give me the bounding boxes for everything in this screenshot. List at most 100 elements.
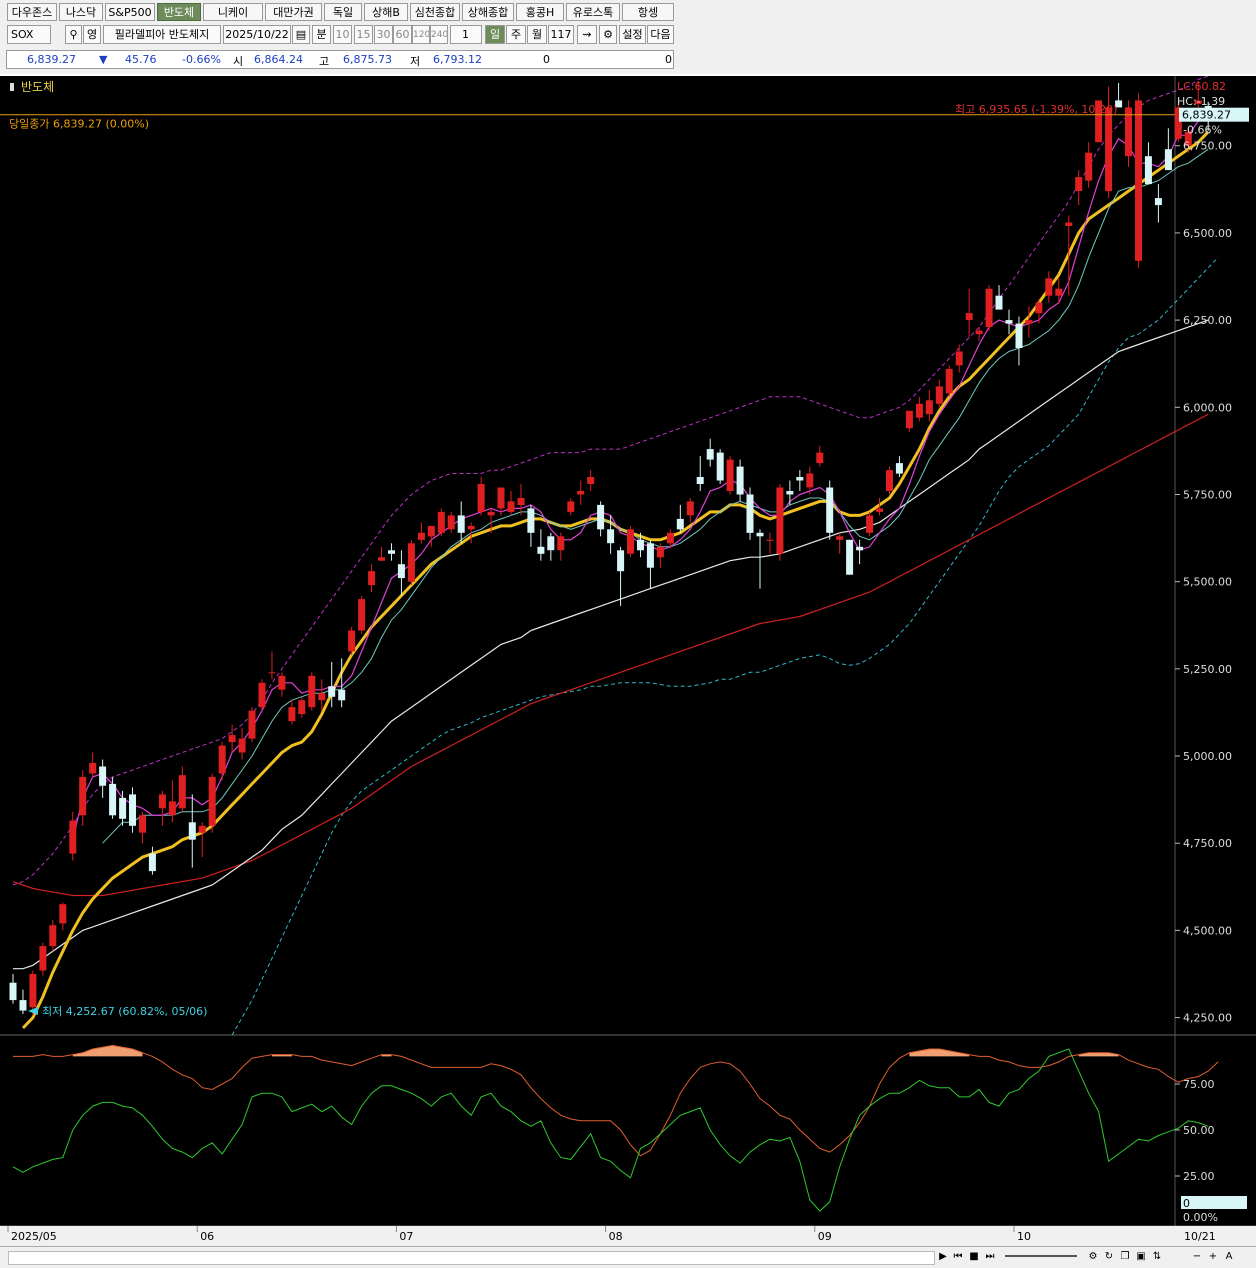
- candle-body: [796, 477, 804, 481]
- window-icon[interactable]: ▣: [1134, 1250, 1148, 1264]
- zoom-out-icon[interactable]: −: [1190, 1250, 1204, 1264]
- candle-body: [278, 675, 286, 690]
- tab-hangseng[interactable]: 항셍: [622, 3, 674, 21]
- osc-zero-value: 0: [1183, 1197, 1190, 1210]
- candle-body: [208, 776, 216, 826]
- candle-body: [856, 546, 864, 551]
- tab-semiconductor[interactable]: 반도체: [157, 3, 201, 21]
- chart-scrollbar[interactable]: ▶ ⏮ ■ ⏭ ⚙ ↻ ❐ ▣ ⇅ − + A: [0, 1246, 1256, 1268]
- candle-body: [1025, 320, 1033, 324]
- candle-body: [826, 487, 834, 533]
- search-icon[interactable]: ⚲: [65, 25, 82, 44]
- candle-body: [188, 822, 196, 840]
- gear-icon[interactable]: ⚙: [599, 25, 617, 44]
- settings-icon[interactable]: ⚙: [1086, 1250, 1100, 1264]
- period-30-button[interactable]: 30: [374, 25, 393, 44]
- tab-shenzhen[interactable]: 심천종합: [410, 3, 460, 21]
- interval-stepper[interactable]: 1: [450, 25, 482, 44]
- period-15-button[interactable]: 15: [354, 25, 373, 44]
- yeong-button[interactable]: 영: [83, 25, 101, 44]
- scroll-right-icon[interactable]: ▶: [937, 1250, 949, 1264]
- tab-nasdaq[interactable]: 나스닥: [59, 3, 103, 21]
- symbol-input[interactable]: SOX: [7, 25, 51, 44]
- candle-body: [975, 330, 983, 335]
- candle-body: [318, 693, 326, 701]
- osc-y-tick-label: 75.00: [1183, 1078, 1215, 1091]
- next-button[interactable]: 다음: [647, 25, 674, 44]
- x-tick-label: 2025/05: [11, 1230, 57, 1243]
- pin-icon[interactable]: ⇅: [1150, 1250, 1164, 1264]
- candle-body: [706, 449, 714, 460]
- font-size-icon[interactable]: A: [1222, 1250, 1236, 1264]
- low-annotation: 최저 4,252.67 (60.82%, 05/06): [42, 1005, 207, 1018]
- candle-body: [726, 459, 734, 491]
- y-tick-label: 6,250.00: [1183, 314, 1232, 327]
- quote-box: 6,839.27 ▼ 45.76 -0.66% 시 6,864.24 고 6,8…: [6, 50, 674, 69]
- period-120-button[interactable]: 120: [412, 25, 430, 44]
- candle-body: [866, 515, 874, 533]
- tab-nikkei[interactable]: 니케이: [203, 3, 263, 21]
- date-input[interactable]: 2025/10/22: [223, 25, 291, 44]
- tab-germany[interactable]: 독일: [324, 3, 362, 21]
- candle-body: [1154, 198, 1162, 206]
- candle-body: [776, 487, 784, 554]
- stop-icon[interactable]: ■: [968, 1250, 980, 1264]
- candle-body: [746, 494, 754, 533]
- month-button[interactable]: 월: [527, 25, 547, 44]
- y-tick-label: 5,750.00: [1183, 489, 1232, 502]
- candle-body: [397, 564, 405, 579]
- day-button[interactable]: 일: [485, 25, 505, 44]
- y-tick-label: 5,000.00: [1183, 750, 1232, 763]
- period-10-button[interactable]: 10: [333, 25, 352, 44]
- tab-dow-jones[interactable]: 다우존스: [7, 3, 57, 21]
- candle-body: [517, 498, 525, 505]
- tab-shanghai-composite[interactable]: 상해종합: [462, 3, 514, 21]
- refresh-icon[interactable]: ↻: [1102, 1250, 1116, 1264]
- quote-bar: 6,839.27 ▼ 45.76 -0.66% 시 6,864.24 고 6,8…: [0, 46, 1256, 74]
- tab-eurostoxx[interactable]: 유로스톡: [566, 3, 620, 21]
- settings-button[interactable]: 설정: [619, 25, 646, 44]
- candle-body: [886, 470, 893, 491]
- count-input[interactable]: 117: [548, 25, 574, 44]
- candle-body: [168, 801, 176, 816]
- candle-body: [109, 783, 117, 816]
- candle-body: [915, 403, 923, 418]
- candle-body: [567, 501, 575, 512]
- skip-start-icon[interactable]: ⏮: [952, 1250, 964, 1264]
- candle-body: [646, 543, 654, 568]
- quote-low: 6,793.12: [433, 53, 482, 66]
- candle-body: [547, 536, 555, 551]
- tab-shanghai-b[interactable]: 상해B: [364, 3, 408, 21]
- candle-body: [198, 825, 206, 833]
- candle-body: [1105, 107, 1113, 192]
- skip-end-icon[interactable]: ⏭: [984, 1250, 996, 1264]
- candle-body: [637, 539, 644, 551]
- scroll-track[interactable]: [8, 1251, 935, 1265]
- minute-button[interactable]: 분: [312, 25, 331, 44]
- quote-open: 6,864.24: [254, 53, 303, 66]
- crosshair-icon[interactable]: ⇝: [577, 25, 597, 44]
- candle-body: [696, 477, 704, 484]
- tab-taiwan[interactable]: 대만가권: [265, 3, 322, 21]
- zoom-slider[interactable]: [1005, 1255, 1077, 1257]
- candle-body: [1015, 323, 1023, 348]
- tab-hongkong-h[interactable]: 홍콩H: [516, 3, 564, 21]
- period-240-button[interactable]: 240: [430, 25, 448, 44]
- candle-body: [288, 707, 296, 722]
- calendar-icon[interactable]: ▤: [292, 25, 310, 44]
- candle-body: [99, 766, 107, 786]
- candle-body: [905, 410, 913, 429]
- candle-body: [437, 511, 445, 533]
- hc-label: HC:-1.39: [1177, 95, 1225, 108]
- copy-icon[interactable]: ❐: [1118, 1250, 1132, 1264]
- tab-sp500[interactable]: S&P500: [105, 3, 155, 21]
- candle-body: [268, 672, 276, 674]
- price-chart[interactable]: 반도체 4,250.00 4,500.00 4,750.00 5,000.00 5,25…: [0, 76, 1256, 1246]
- candle-body: [597, 504, 605, 530]
- candle-body: [119, 797, 127, 819]
- zoom-in-icon[interactable]: +: [1206, 1250, 1220, 1264]
- candle-body: [248, 710, 256, 739]
- period-60-button[interactable]: 60: [393, 25, 412, 44]
- candle-body: [1035, 302, 1043, 314]
- week-button[interactable]: 주: [506, 25, 526, 44]
